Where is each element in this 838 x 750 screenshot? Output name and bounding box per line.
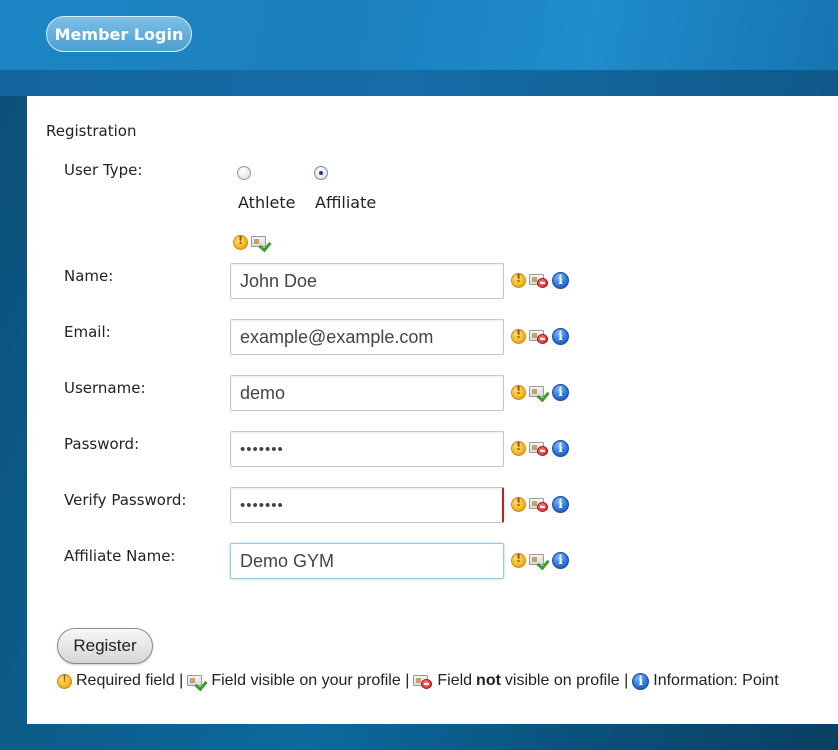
- info-icon[interactable]: [552, 495, 569, 513]
- verify-password-input[interactable]: [230, 487, 504, 523]
- username-input[interactable]: [230, 375, 504, 411]
- required-icon: [511, 552, 526, 568]
- legend-visible-text: Field visible on your profile |: [211, 672, 410, 689]
- required-icon: [511, 384, 526, 400]
- radio-affiliate-label: Affiliate: [315, 193, 377, 212]
- legend-not-visible-pre: Field: [437, 672, 473, 689]
- profile-visible-icon: [529, 385, 549, 400]
- radio-athlete-label: Athlete: [238, 193, 296, 212]
- verify-password-label: Verify Password:: [64, 491, 187, 509]
- username-icons: [511, 383, 569, 401]
- user-type-icons: [233, 233, 271, 251]
- legend-required-text: Required field |: [76, 672, 184, 689]
- profile-hidden-icon: [413, 674, 433, 689]
- password-icons: [511, 439, 569, 457]
- profile-hidden-icon: [529, 273, 549, 288]
- legend-information-text: Information: Point: [653, 672, 779, 689]
- verify-password-icons: [511, 495, 569, 513]
- page-title: Registration: [46, 122, 137, 140]
- required-icon: [511, 272, 526, 288]
- legend-not-visible-post: visible on profile |: [504, 672, 629, 689]
- info-icon[interactable]: [552, 327, 569, 345]
- radio-athlete[interactable]: [237, 166, 251, 180]
- radio-affiliate[interactable]: [314, 166, 328, 180]
- required-icon: [233, 234, 248, 250]
- user-type-label: User Type:: [64, 161, 143, 179]
- email-label: Email:: [64, 323, 111, 341]
- password-label: Password:: [64, 435, 140, 453]
- profile-hidden-icon: [529, 441, 549, 456]
- required-icon: [511, 328, 526, 344]
- legend-not-visible-bold: not: [476, 672, 501, 689]
- affiliate-name-label: Affiliate Name:: [64, 547, 176, 565]
- profile-visible-icon: [529, 553, 549, 568]
- email-icons: [511, 327, 569, 345]
- member-login-button[interactable]: Member Login: [46, 16, 192, 52]
- info-icon[interactable]: [552, 271, 569, 289]
- password-input[interactable]: [230, 431, 504, 467]
- name-label: Name:: [64, 267, 114, 285]
- info-icon: [632, 672, 650, 690]
- required-icon: [511, 440, 526, 456]
- register-button[interactable]: Register: [57, 628, 153, 664]
- name-input[interactable]: [230, 263, 504, 299]
- email-input[interactable]: [230, 319, 504, 355]
- username-label: Username:: [64, 379, 146, 397]
- profile-hidden-icon: [529, 497, 549, 512]
- affiliate-name-input[interactable]: [230, 543, 504, 579]
- info-icon[interactable]: [552, 383, 569, 401]
- info-icon[interactable]: [552, 551, 569, 569]
- info-icon[interactable]: [552, 439, 569, 457]
- profile-visible-icon: [187, 674, 207, 689]
- registration-panel: Registration User Type: Athlete Affiliat…: [27, 96, 838, 724]
- name-icons: [511, 271, 569, 289]
- icon-legend: Required field | Field visible on your p…: [57, 671, 779, 691]
- affiliate-name-icons: [511, 551, 569, 569]
- required-icon: [511, 496, 526, 512]
- profile-hidden-icon: [529, 329, 549, 344]
- required-icon: [57, 673, 72, 689]
- profile-visible-icon: [251, 235, 271, 250]
- header-strip: [0, 70, 838, 96]
